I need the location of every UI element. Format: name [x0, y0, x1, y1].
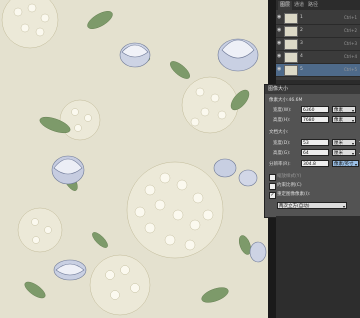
chevron-down-icon: ▾ [351, 151, 354, 156]
empty-panel-area [276, 216, 360, 318]
tab-layers[interactable]: 图层 [278, 1, 293, 10]
resolution-input[interactable]: 304.8 [301, 160, 329, 167]
dialog-title: 图像大小 [265, 85, 360, 94]
doc-height-label: 高度(G): [273, 151, 291, 156]
layer-row[interactable]: ◉ 3 Ctrl+3 [276, 38, 360, 51]
height-label: 高度(H): [273, 118, 291, 123]
pixel-size-label: 像素大小:46.6M [269, 98, 303, 103]
constrain-label: 约束比例(C) [277, 183, 302, 188]
unit-label: 像素 [334, 108, 343, 113]
layer-thumbnail [284, 39, 298, 50]
method-label: 两次立方(自动) [279, 204, 310, 209]
doc-height-input[interactable]: 64 [301, 149, 329, 156]
width-label: 宽度(W): [273, 108, 292, 113]
layer-name: 4 [300, 54, 303, 59]
pixel-height-unit-select[interactable]: 像素 ▾ [332, 116, 356, 123]
eye-icon[interactable]: ◉ [277, 40, 283, 47]
eye-icon[interactable]: ◉ [277, 66, 283, 73]
unit-label: 厘米 [334, 151, 343, 156]
layer-shortcut: Ctrl+3 [343, 41, 357, 46]
eye-icon[interactable]: ◉ [277, 53, 283, 60]
floral-pattern-image [0, 0, 268, 318]
eye-icon[interactable]: ◉ [277, 27, 283, 34]
resolution-unit-select[interactable]: 像素/英寸 ▾ [332, 160, 359, 167]
resample-method-select[interactable]: 两次立方(自动) ▾ [277, 202, 347, 209]
layer-row-selected[interactable]: ◉ 5 Ctrl+5 [276, 64, 360, 77]
layers-panel: 图层 通道 路径 ◉ 1 Ctrl+1 ◉ 2 Ctrl+2 ◉ 3 Ctrl+… [276, 0, 360, 80]
layer-shortcut: Ctrl+5 [343, 67, 357, 72]
chevron-down-icon: ▾ [342, 204, 345, 209]
tab-paths[interactable]: 路径 [306, 1, 320, 10]
layer-row[interactable]: ◉ 2 Ctrl+2 [276, 25, 360, 38]
layer-name: 1 [300, 15, 303, 20]
resample-checkbox[interactable]: ✓ [269, 192, 276, 199]
resolution-label: 分辨率(R): [269, 162, 291, 167]
layer-name: 5 [300, 67, 303, 72]
layer-thumbnail [284, 13, 298, 24]
unit-label: 像素 [334, 118, 343, 123]
doc-width-input[interactable]: 53 [301, 139, 329, 146]
layer-thumbnail [284, 52, 298, 63]
layer-shortcut: Ctrl+1 [343, 15, 357, 20]
chevron-down-icon: ▾ [351, 141, 354, 146]
tab-channels[interactable]: 通道 [292, 1, 306, 10]
panel-tabs: 图层 通道 路径 [276, 0, 360, 10]
layer-name: 3 [300, 41, 303, 46]
unit-label: 像素/英寸 [334, 162, 354, 167]
pixel-width-input[interactable]: 6360 [301, 106, 329, 113]
scale-styles-checkbox[interactable] [269, 174, 276, 181]
chevron-down-icon: ▾ [351, 118, 354, 123]
layer-thumbnail [284, 26, 298, 37]
pixel-width-unit-select[interactable]: 像素 ▾ [332, 106, 356, 113]
constrain-checkbox[interactable] [269, 183, 276, 190]
image-size-dialog: 图像大小 像素大小:46.6M 宽度(W): 6360 像素 ▾ 高度(H): 7… [264, 84, 360, 218]
unit-label: 厘米 [334, 141, 343, 146]
layer-name: 2 [300, 28, 303, 33]
doc-height-unit-select[interactable]: 厘米 ▾ [332, 149, 356, 156]
canvas-area[interactable] [0, 0, 268, 318]
layer-row[interactable]: ◉ 1 Ctrl+1 [276, 12, 360, 25]
resample-label: 重定图像像素(I): [277, 192, 311, 197]
pixel-height-input[interactable]: 7680 [301, 116, 329, 123]
doc-width-label: 宽度(D): [273, 141, 291, 146]
doc-size-label: 文档大小: [269, 130, 289, 135]
layer-thumbnail [284, 65, 298, 76]
chevron-down-icon: ▾ [351, 108, 354, 113]
eye-icon[interactable]: ◉ [277, 14, 283, 21]
layer-shortcut: Ctrl+2 [343, 28, 357, 33]
chevron-down-icon: ▾ [354, 162, 357, 167]
layer-row[interactable]: ◉ 4 Ctrl+4 [276, 51, 360, 64]
layer-shortcut: Ctrl+4 [343, 54, 357, 59]
scale-styles-label: 缩放样式(Y) [277, 174, 302, 179]
doc-width-unit-select[interactable]: 厘米 ▾ [332, 139, 356, 146]
